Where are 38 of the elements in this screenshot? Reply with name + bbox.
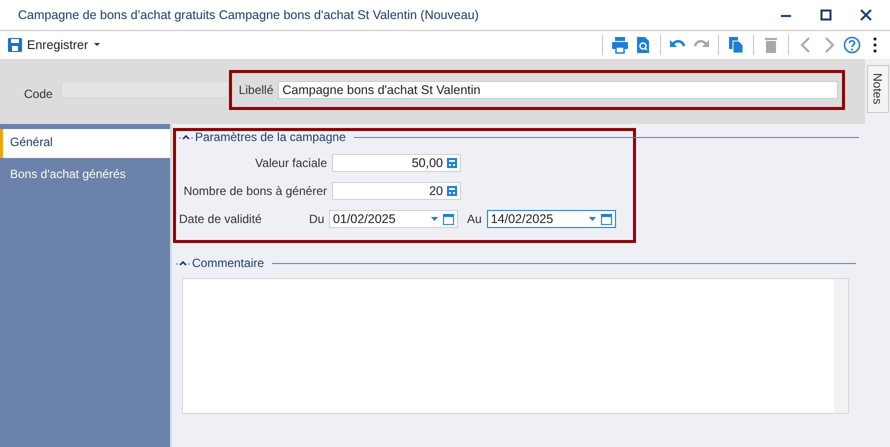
section-title: Paramètres de la campagne bbox=[195, 130, 346, 144]
number-field[interactable]: 50,00 bbox=[332, 154, 461, 172]
field-label: Date de validité bbox=[179, 212, 263, 226]
date-field[interactable]: 14/02/2025 bbox=[486, 210, 616, 228]
close-icon[interactable] bbox=[860, 9, 872, 21]
dropdown-arrow-icon[interactable] bbox=[588, 217, 596, 221]
caret-icon[interactable] bbox=[93, 42, 102, 48]
printer-icon[interactable] bbox=[611, 36, 629, 54]
collapse-icon[interactable] bbox=[176, 259, 190, 267]
number-field[interactable]: 20 bbox=[332, 182, 461, 200]
dropdown-arrow-icon[interactable] bbox=[431, 217, 438, 221]
calendar-icon[interactable] bbox=[600, 214, 612, 224]
copy-icon[interactable] bbox=[727, 36, 745, 54]
date-field[interactable]: 01/02/2025 bbox=[329, 210, 458, 228]
sidebar-item[interactable]: Général bbox=[0, 129, 170, 158]
comment-field[interactable] bbox=[182, 278, 849, 414]
field-label: Code bbox=[24, 86, 53, 100]
sidebar-item[interactable]: Bons d'achat générés bbox=[0, 161, 170, 190]
field-label: Du bbox=[309, 212, 326, 226]
print-preview-icon[interactable] bbox=[634, 36, 652, 54]
libelle-field[interactable]: Campagne bons d'achat St Valentin bbox=[278, 80, 838, 98]
help-icon[interactable] bbox=[843, 36, 861, 54]
calendar-icon[interactable] bbox=[443, 214, 454, 224]
maximize-icon[interactable] bbox=[820, 9, 832, 21]
section-title: Commentaire bbox=[192, 256, 264, 270]
code-field[interactable] bbox=[60, 81, 229, 98]
field-label: Nombre de bons à générer bbox=[182, 184, 327, 198]
field-label: Libellé bbox=[238, 82, 274, 96]
calculator-icon[interactable] bbox=[447, 158, 457, 168]
collapse-icon[interactable] bbox=[179, 133, 193, 141]
notes-tab[interactable]: Notes bbox=[866, 65, 888, 113]
save-button[interactable]: Enregistrer bbox=[6, 36, 104, 54]
field-label: Valeur faciale bbox=[254, 156, 327, 170]
save-icon bbox=[8, 38, 22, 52]
calculator-icon[interactable] bbox=[447, 186, 457, 196]
field-label: Au bbox=[467, 212, 482, 226]
window-title: Campagne de bons d’achat gratuits Campagne bons d'achat St Valentin (Nouveau) bbox=[18, 8, 479, 22]
scrollbar[interactable] bbox=[834, 279, 848, 413]
